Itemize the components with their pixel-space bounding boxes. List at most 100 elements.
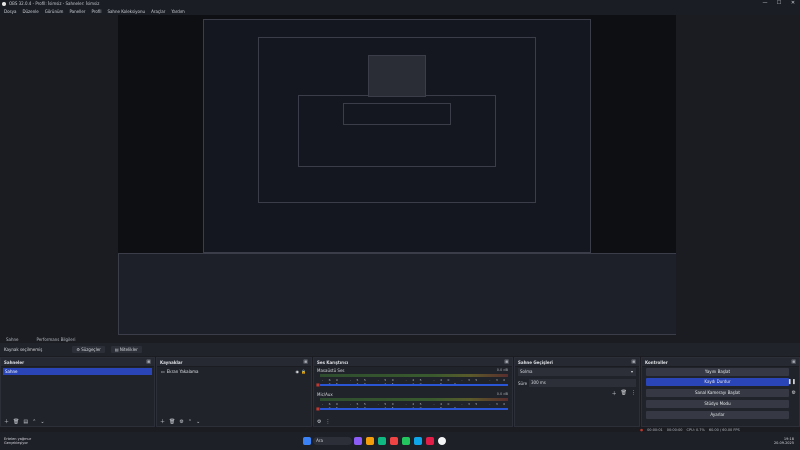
remove-scene-button[interactable]: 🗑 [13, 419, 19, 425]
whatsapp-icon[interactable] [402, 437, 411, 445]
visibility-eye-icon[interactable]: ◉ [296, 368, 300, 375]
menu-docks[interactable]: Paneller [69, 9, 85, 14]
taskbar-apps: Ara [301, 437, 448, 445]
rec-time: 00:00:01 [647, 427, 663, 432]
sources-dock: Kaynaklar ▣ ▭ Ekran Yakalama ◉ 🔒 ＋ 🗑 ⚙ ⌃… [156, 357, 312, 427]
move-down-icon[interactable]: ⌄ [196, 419, 200, 425]
source-item[interactable]: ▭ Ekran Yakalama ◉ 🔒 [159, 368, 309, 375]
app-icon[interactable] [426, 437, 435, 445]
tab-scene[interactable]: Sahne [6, 337, 19, 342]
duration-input[interactable]: 300 ms [529, 379, 636, 387]
maximize-button[interactable]: ☐ [772, 0, 786, 7]
dock-menu-icon[interactable]: ▣ [504, 359, 509, 365]
dock-menu-icon[interactable]: ▣ [146, 359, 151, 365]
dock-menu-icon[interactable]: ▣ [303, 359, 308, 365]
app-icon[interactable] [390, 437, 399, 445]
menu-view[interactable]: Görünüm [45, 9, 64, 14]
menu-scene-collection[interactable]: Sahne Koleksiyonu [107, 9, 145, 14]
transition-value: Solma [520, 369, 533, 374]
close-button[interactable]: ✕ [786, 0, 800, 7]
chevron-down-icon: ▾ [630, 369, 633, 374]
menu-edit[interactable]: Düzenle [22, 9, 38, 14]
app-icon[interactable] [354, 437, 363, 445]
menu-file[interactable]: Dosya [4, 9, 16, 14]
move-up-icon[interactable]: ⌃ [188, 419, 192, 425]
menu-tools[interactable]: Araçlar [151, 9, 165, 14]
menu-bar: Dosya Düzenle Görünüm Paneller Profil Sa… [0, 7, 800, 15]
transition-buttons: ＋ 🗑 ⋮ [612, 390, 636, 397]
menu-profile[interactable]: Profil [91, 9, 101, 14]
transition-select[interactable]: Solma ▾ [518, 368, 636, 376]
weather-widget[interactable]: Ertelen yağmur Gerçekleşiyor [4, 437, 31, 445]
obs-logo-icon [2, 1, 6, 6]
duration-value: 300 ms [531, 380, 546, 385]
obs-taskbar-icon[interactable] [438, 437, 447, 445]
mixer-dock-header: Ses Karıştırıcı [314, 358, 512, 367]
nested-obs-ui [118, 253, 676, 335]
source-toolbar: Kaynak seçilmemiş ⚙ Süzgeçler ▤ Nitelikl… [0, 343, 800, 356]
dock-menu-icon[interactable]: ▣ [791, 359, 796, 365]
cpu-usage: CPU: 0.7% [686, 427, 705, 432]
menu-help[interactable]: Yardım [171, 9, 184, 14]
browser-icon[interactable] [414, 437, 423, 445]
start-streaming-button[interactable]: Yayını Başlat [646, 368, 789, 376]
virtual-camera-settings-icon[interactable]: ⚙ [792, 390, 796, 396]
app-icon[interactable] [378, 437, 387, 445]
lock-icon[interactable]: 🔒 [301, 368, 306, 375]
window-title: OBS 32.0.4 - Profil: İsimsiz - Sahneler:… [9, 1, 100, 6]
clock-date: 20.09.2025 [773, 441, 794, 445]
channel-name: Mic/Aux [317, 392, 333, 397]
pause-icon[interactable]: ❚❚ [788, 379, 796, 385]
scenes-dock: Sahneler ▣ Sahne ＋ 🗑 ▤ ⌃ ⌄ [0, 357, 155, 427]
mixer-menu-icon[interactable]: ⋮ [325, 419, 330, 425]
minimize-button[interactable]: — [758, 0, 772, 7]
preview-canvas[interactable] [118, 15, 676, 335]
file-explorer-icon[interactable] [366, 437, 375, 445]
dock-menu-icon[interactable]: ▣ [631, 359, 636, 365]
sources-dock-title: Kaynaklar [160, 359, 183, 365]
stop-recording-button[interactable]: Kaydı Durdur [646, 378, 789, 386]
transition-menu-icon[interactable]: ⋮ [631, 390, 636, 397]
studio-mode-button[interactable]: Stüdyo Modu [646, 400, 789, 408]
clock[interactable]: 19:18 20.09.2025 [774, 437, 794, 445]
volume-slider[interactable] [320, 408, 508, 410]
source-properties-button[interactable]: ⚙ [179, 419, 183, 425]
controls-dock-header: Kontroller [642, 358, 799, 367]
tab-performance[interactable]: Performans Bilgileri [37, 337, 76, 342]
record-indicator-icon: ● [640, 427, 644, 432]
filters-button[interactable]: ⚙ Süzgeçler [72, 346, 105, 353]
mixer-dock-title: Ses Karıştırıcı [317, 359, 349, 365]
start-virtual-camera-button[interactable]: Sanal Kamerayı Başlat [646, 389, 789, 397]
settings-button[interactable]: Ayarlar [646, 411, 789, 419]
scenes-dock-header: Sahneler [1, 358, 154, 367]
transitions-dock-header: Sahne Geçişleri [515, 358, 639, 367]
sources-toolbar: ＋ 🗑 ⚙ ⌃ ⌄ [157, 417, 311, 426]
move-down-icon[interactable]: ⌄ [40, 419, 44, 425]
monitor-icon: ▭ [161, 369, 165, 374]
remove-transition-button[interactable]: 🗑 [621, 390, 627, 397]
mixer-settings-icon[interactable]: ⚙ [317, 419, 321, 425]
remove-source-button[interactable]: 🗑 [169, 419, 175, 425]
scene-filters-button[interactable]: ▤ [23, 419, 28, 425]
controls-dock-title: Kontroller [645, 359, 668, 365]
scene-item[interactable]: Sahne [3, 368, 152, 375]
mute-icon[interactable]: ■ [316, 382, 320, 387]
volume-slider[interactable] [320, 384, 508, 386]
taskbar-search[interactable]: Ara [313, 437, 353, 445]
windows-taskbar: Ertelen yağmur Gerçekleşiyor Ara 19:18 2… [0, 432, 800, 450]
add-scene-button[interactable]: ＋ [4, 418, 9, 425]
add-source-button[interactable]: ＋ [160, 418, 165, 425]
fps-readout: 60.00 / 60.00 FPS [708, 427, 740, 432]
sources-dock-header: Kaynaklar [157, 358, 311, 367]
windows-start-icon[interactable] [303, 437, 312, 445]
properties-button[interactable]: ▤ Nitelikler [110, 346, 142, 353]
move-up-icon[interactable]: ⌃ [32, 419, 36, 425]
transitions-dock-title: Sahne Geçişleri [518, 359, 553, 365]
window-controls: — ☐ ✕ [758, 0, 800, 7]
controls-dock: Kontroller ▣ Yayını Başlat Kaydı Durdur … [641, 357, 800, 427]
stream-time: 00:00:00 [666, 427, 683, 432]
mute-icon[interactable]: ■ [316, 406, 320, 411]
add-transition-button[interactable]: ＋ [612, 390, 617, 397]
nested-capture-frame [343, 103, 451, 125]
volume-meter [320, 398, 508, 401]
